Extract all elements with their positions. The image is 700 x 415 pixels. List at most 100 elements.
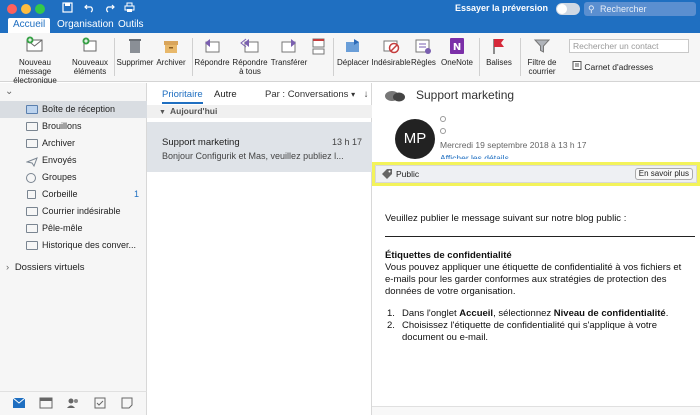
forward-label: Transférer xyxy=(270,58,308,67)
contact-search-input[interactable]: Rechercher un contact xyxy=(569,39,689,53)
print-icon[interactable] xyxy=(124,2,135,17)
folder-label: Envoyés xyxy=(42,155,77,165)
message-item[interactable]: Support marketing 13 h 17 Bonjour Config… xyxy=(147,122,372,172)
sort-direction-icon[interactable]: ↓ xyxy=(364,89,369,100)
folder-clutter[interactable]: Pêle-mêle xyxy=(0,220,147,237)
chevron-down-icon: ▾ xyxy=(351,90,356,99)
folder-sent[interactable]: Envoyés xyxy=(0,152,147,169)
new-email-icon xyxy=(25,36,45,56)
sort-label: Par : Conversations xyxy=(265,89,349,100)
redo-icon[interactable] xyxy=(104,2,115,17)
junk-button[interactable]: Indésirable xyxy=(371,36,411,67)
tab-other[interactable]: Autre xyxy=(214,89,237,100)
onenote-label: OneNote xyxy=(440,58,474,67)
step-1: 1. Dans l'onglet Accueil, sélectionnez N… xyxy=(385,308,695,320)
folder-label: Brouillons xyxy=(42,121,82,131)
tab-home[interactable]: Accueil xyxy=(8,18,51,33)
tab-focused[interactable]: Prioritaire xyxy=(162,89,203,104)
ribbon-tabs: Accueil Organisation Outils xyxy=(0,18,700,33)
move-button[interactable]: Déplacer xyxy=(335,36,371,67)
reply-label: Répondre xyxy=(194,58,230,67)
junk-icon xyxy=(381,36,401,56)
step-1-mid: , sélectionnez xyxy=(493,308,554,319)
folder-label: Corbeille xyxy=(42,189,78,199)
folder-label: Archiver xyxy=(42,138,76,148)
ribbon-divider xyxy=(192,38,193,76)
minimize-window-button[interactable] xyxy=(21,4,31,14)
unread-count: 1 xyxy=(133,189,139,199)
archive-folder-icon xyxy=(26,139,38,148)
tab-tools[interactable]: Outils xyxy=(113,18,149,33)
junk-label: Indésirable xyxy=(371,58,411,67)
folder-drafts[interactable]: Brouillons xyxy=(0,118,147,135)
folder-groups[interactable]: Groupes xyxy=(0,169,147,186)
new-items-button[interactable]: Nouveaux éléments xyxy=(70,36,110,76)
address-book-button[interactable]: Carnet d'adresses xyxy=(572,61,653,72)
message-time: 13 h 17 xyxy=(331,137,362,147)
archive-button[interactable]: Archiver xyxy=(154,36,188,67)
close-window-button[interactable] xyxy=(7,4,17,14)
folder-conversation-history[interactable]: Historique des conver... xyxy=(0,237,147,254)
tab-organize[interactable]: Organisation xyxy=(52,18,119,33)
mail-icon[interactable] xyxy=(12,397,26,409)
filter-mail-label-1: Filtre de xyxy=(527,58,557,67)
search-input[interactable]: ⚲ Rechercher xyxy=(584,2,696,16)
search-icon: ⚲ xyxy=(588,4,595,14)
step-1-suffix: . xyxy=(665,308,669,319)
filter-mail-button[interactable]: Filtre de courrier xyxy=(522,36,562,76)
ribbon-divider xyxy=(114,38,115,76)
ribbon: Nouveau message électronique Nouveaux él… xyxy=(0,33,700,85)
folder-sidebar: ⌄ Boîte de réception Brouillons Archiver… xyxy=(0,83,147,391)
undo-icon[interactable] xyxy=(84,2,95,17)
folder-label: Groupes xyxy=(42,172,77,182)
forward-button[interactable]: Transférer xyxy=(270,36,308,67)
people-icon[interactable] xyxy=(66,397,80,409)
zoom-window-button[interactable] xyxy=(35,4,45,14)
learn-more-button[interactable]: En savoir plus xyxy=(634,168,693,180)
delete-button[interactable]: Supprimer xyxy=(116,36,154,67)
flags-button[interactable]: Balises xyxy=(482,36,516,67)
new-email-button[interactable]: Nouveau message électronique xyxy=(4,36,66,85)
avatar[interactable]: MP xyxy=(395,119,435,159)
tag-icon xyxy=(381,168,393,183)
step-number: 2. xyxy=(387,320,395,331)
folder-icon xyxy=(26,241,38,250)
virtual-folders[interactable]: › Dossiers virtuels xyxy=(6,262,85,273)
rules-icon xyxy=(413,36,433,56)
new-items-label-2: éléments xyxy=(73,67,107,76)
reply-icon xyxy=(202,36,222,56)
sort-dropdown[interactable]: Par : Conversations ▾ ↓ xyxy=(265,89,368,100)
save-icon[interactable] xyxy=(62,2,73,17)
show-details-link[interactable]: Afficher les détails xyxy=(440,153,509,159)
chevron-down-icon[interactable]: ⌄ xyxy=(5,86,13,97)
message-date: Mercredi 19 septembre 2018 à 13 h 17 xyxy=(440,140,587,150)
sensitivity-label-bar: Public En savoir plus xyxy=(372,162,700,186)
svg-text:N: N xyxy=(453,42,461,53)
folder-deleted[interactable]: Corbeille 1 xyxy=(0,186,147,203)
rules-label: Règles xyxy=(411,58,436,67)
step-2-text: Choisissez l'étiquette de confidentialit… xyxy=(402,320,658,343)
ribbon-divider xyxy=(520,38,521,76)
rules-button[interactable]: Règles xyxy=(411,36,436,67)
onenote-button[interactable]: N OneNote xyxy=(439,36,475,67)
meeting-reply-button[interactable] xyxy=(310,36,328,58)
sender-status-dot xyxy=(440,116,446,122)
archive-box-icon xyxy=(161,36,181,56)
notes-icon[interactable] xyxy=(120,397,134,409)
tasks-icon[interactable] xyxy=(93,397,107,409)
new-email-label-1: Nouveau message xyxy=(18,58,52,76)
ribbon-divider xyxy=(479,38,480,76)
reply-all-button[interactable]: Répondre à tous xyxy=(230,36,270,76)
message-preview: Bonjour Configurik et Mas, veuillez publ… xyxy=(162,151,344,161)
reading-footer xyxy=(372,406,700,415)
trash-icon xyxy=(125,36,145,56)
folder-junk[interactable]: Courrier indésirable xyxy=(0,203,147,220)
delete-label: Supprimer xyxy=(116,58,154,67)
folder-archive[interactable]: Archiver xyxy=(0,135,147,152)
group-header[interactable]: ▼ Aujourd'hui xyxy=(147,105,372,118)
filter-mail-label-2: courrier xyxy=(528,67,556,76)
reply-button[interactable]: Répondre xyxy=(194,36,230,67)
calendar-icon[interactable] xyxy=(39,397,53,409)
preview-toggle[interactable] xyxy=(556,3,580,15)
folder-inbox[interactable]: Boîte de réception xyxy=(0,101,147,118)
